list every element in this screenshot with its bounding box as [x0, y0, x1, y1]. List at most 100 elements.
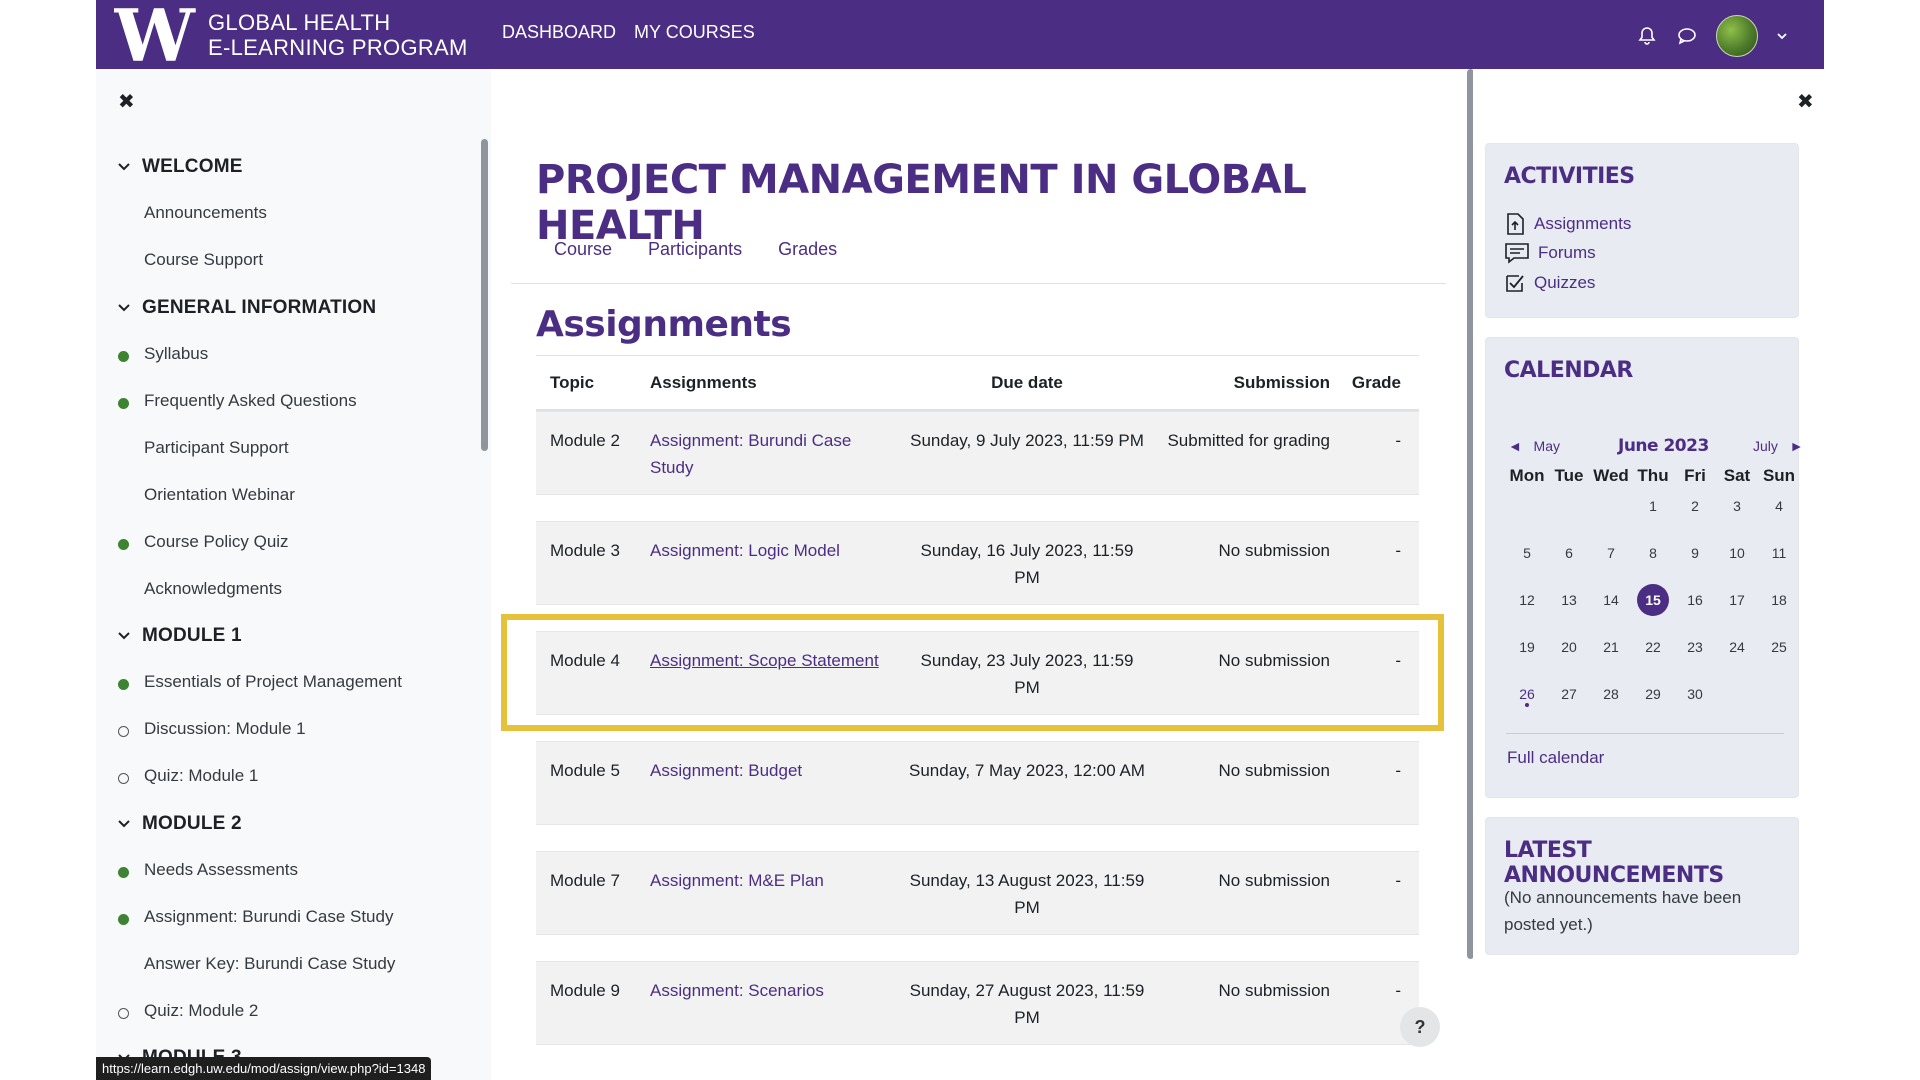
col-topic[interactable]: Topic	[550, 373, 594, 393]
calendar-day[interactable]: 12	[1506, 592, 1548, 608]
calendar-day[interactable]: 3	[1716, 498, 1758, 514]
calendar-day[interactable]: 11	[1758, 545, 1800, 561]
calendar-day[interactable]: 1	[1632, 498, 1674, 514]
grade-cell: -	[1395, 981, 1401, 1000]
calendar-day[interactable]: 9	[1674, 545, 1716, 561]
activity-quizzes-link[interactable]: Quizzes	[1504, 272, 1595, 294]
help-button[interactable]: ?	[1400, 1007, 1440, 1047]
calendar-day[interactable]: 26	[1506, 686, 1548, 707]
col-grade[interactable]: Grade	[1351, 373, 1401, 393]
grade-cell: -	[1395, 431, 1401, 450]
bell-icon[interactable]	[1636, 25, 1658, 47]
site-brand[interactable]: W GLOBAL HEALTH E-LEARNING PROGRAM	[113, 0, 468, 78]
calendar-day[interactable]: 24	[1716, 639, 1758, 655]
assignment-link[interactable]: Assignment: Logic Model	[650, 537, 880, 564]
assignments-table: Topic Assignments Due date Submission Gr…	[536, 355, 1419, 1045]
brand-line-2: E-LEARNING PROGRAM	[208, 35, 468, 60]
completion-dot-icon	[118, 539, 129, 550]
course-item[interactable]: Announcements	[144, 203, 267, 223]
calendar-day[interactable]: 2	[1674, 498, 1716, 514]
course-item[interactable]: Quiz: Module 2	[144, 1001, 258, 1021]
chevron-down-icon[interactable]	[1776, 30, 1788, 42]
calendar-day[interactable]: 25	[1758, 639, 1800, 655]
event-dot-icon	[1525, 703, 1529, 707]
calendar-day[interactable]: 14	[1590, 592, 1632, 608]
status-bar-url: https://learn.edgh.uw.edu/mod/assign/vie…	[96, 1057, 432, 1080]
calendar-day[interactable]: 6	[1548, 545, 1590, 561]
calendar-day[interactable]: 30	[1674, 686, 1716, 702]
calendar-day[interactable]: 28	[1590, 686, 1632, 702]
scrollbar[interactable]	[481, 139, 488, 451]
close-icon[interactable]: ✖	[1797, 89, 1814, 114]
calendar-day[interactable]: 20	[1548, 639, 1590, 655]
calendar-day[interactable]: 18	[1758, 592, 1800, 608]
full-calendar-link[interactable]: Full calendar	[1507, 748, 1604, 768]
table-row: Module 2 Assignment: Burundi Case Study …	[536, 411, 1419, 495]
activity-assignments-link[interactable]: Assignments	[1504, 212, 1631, 236]
table-row: Module 7 Assignment: M&E Plan Sunday, 13…	[536, 851, 1419, 935]
calendar-prev-link[interactable]: ◄ May	[1508, 438, 1560, 454]
assignment-link[interactable]: Assignment: M&E Plan	[650, 867, 880, 894]
weekday-header: Fri	[1684, 466, 1706, 485]
calendar-day[interactable]: 23	[1674, 639, 1716, 655]
col-submission[interactable]: Submission	[1164, 373, 1330, 393]
calendar-day[interactable]: 8	[1632, 545, 1674, 561]
course-item[interactable]: Answer Key: Burundi Case Study	[144, 954, 395, 974]
avatar[interactable]	[1716, 15, 1758, 57]
calendar-day[interactable]: 27	[1548, 686, 1590, 702]
calendar-day[interactable]: 4	[1758, 498, 1800, 514]
section-welcome[interactable]: WELCOME	[118, 156, 243, 178]
course-item[interactable]: Quiz: Module 1	[144, 766, 258, 786]
col-assignments[interactable]: Assignments	[650, 373, 757, 393]
submission-cell: No submission	[1218, 541, 1331, 560]
course-item[interactable]: Essentials of Project Management	[144, 672, 402, 692]
due-date-cell: Sunday, 7 May 2023, 12:00 AM	[909, 761, 1145, 780]
section-module-2[interactable]: MODULE 2	[118, 813, 242, 835]
course-item[interactable]: Course Support	[144, 250, 263, 270]
uw-logo: W	[113, 0, 202, 78]
assignment-link[interactable]: Assignment: Scenarios	[650, 977, 880, 1004]
assignment-link[interactable]: Assignment: Burundi Case Study	[650, 427, 880, 481]
calendar-day[interactable]: 7	[1590, 545, 1632, 561]
completion-dot-icon	[118, 398, 129, 409]
course-item[interactable]: Discussion: Module 1	[144, 719, 306, 739]
calendar-day[interactable]: 13	[1548, 592, 1590, 608]
activity-forums-link[interactable]: Forums	[1504, 242, 1596, 264]
calendar-day[interactable]: 10	[1716, 545, 1758, 561]
section-general-information[interactable]: GENERAL INFORMATION	[118, 297, 376, 319]
completion-dot-icon	[118, 679, 129, 690]
weekday-header: Wed	[1593, 466, 1629, 485]
tab-grades[interactable]: Grades	[778, 239, 837, 260]
completion-dot-icon	[118, 914, 129, 925]
table-header: Topic Assignments Due date Submission Gr…	[536, 355, 1419, 411]
calendar-day[interactable]: 22	[1632, 639, 1674, 655]
calendar-next-link[interactable]: July ►	[1753, 438, 1803, 454]
course-item[interactable]: Course Policy Quiz	[144, 532, 289, 552]
calendar-day[interactable]: 19	[1506, 639, 1548, 655]
col-due-date[interactable]: Due date	[907, 373, 1147, 393]
logo-letter: W	[114, 5, 196, 65]
nav-dashboard-link[interactable]: DASHBOARD	[502, 22, 616, 43]
section-module-1[interactable]: MODULE 1	[118, 625, 242, 647]
grade-cell: -	[1395, 541, 1401, 560]
calendar-day[interactable]: 5	[1506, 545, 1548, 561]
calendar-day[interactable]: 29	[1632, 686, 1674, 702]
topic-cell: Module 5	[550, 761, 620, 780]
nav-my-courses-link[interactable]: MY COURSES	[634, 22, 755, 43]
close-icon[interactable]: ✖	[118, 89, 135, 114]
course-item[interactable]: Orientation Webinar	[144, 485, 295, 505]
course-item[interactable]: Frequently Asked Questions	[144, 391, 357, 411]
course-item[interactable]: Acknowledgments	[144, 579, 282, 599]
course-item[interactable]: Assignment: Burundi Case Study	[144, 907, 393, 927]
chat-bubble-icon[interactable]	[1676, 25, 1698, 47]
course-item[interactable]: Syllabus	[144, 344, 208, 364]
calendar-day[interactable]: 17	[1716, 592, 1758, 608]
assignment-link[interactable]: Assignment: Budget	[650, 757, 880, 784]
tab-participants[interactable]: Participants	[648, 239, 742, 260]
calendar-day[interactable]: 21	[1590, 639, 1632, 655]
course-item[interactable]: Participant Support	[144, 438, 289, 458]
calendar-today[interactable]: 15	[1637, 584, 1669, 616]
tab-course[interactable]: Course	[554, 239, 612, 260]
course-item[interactable]: Needs Assessments	[144, 860, 298, 880]
calendar-day[interactable]: 16	[1674, 592, 1716, 608]
